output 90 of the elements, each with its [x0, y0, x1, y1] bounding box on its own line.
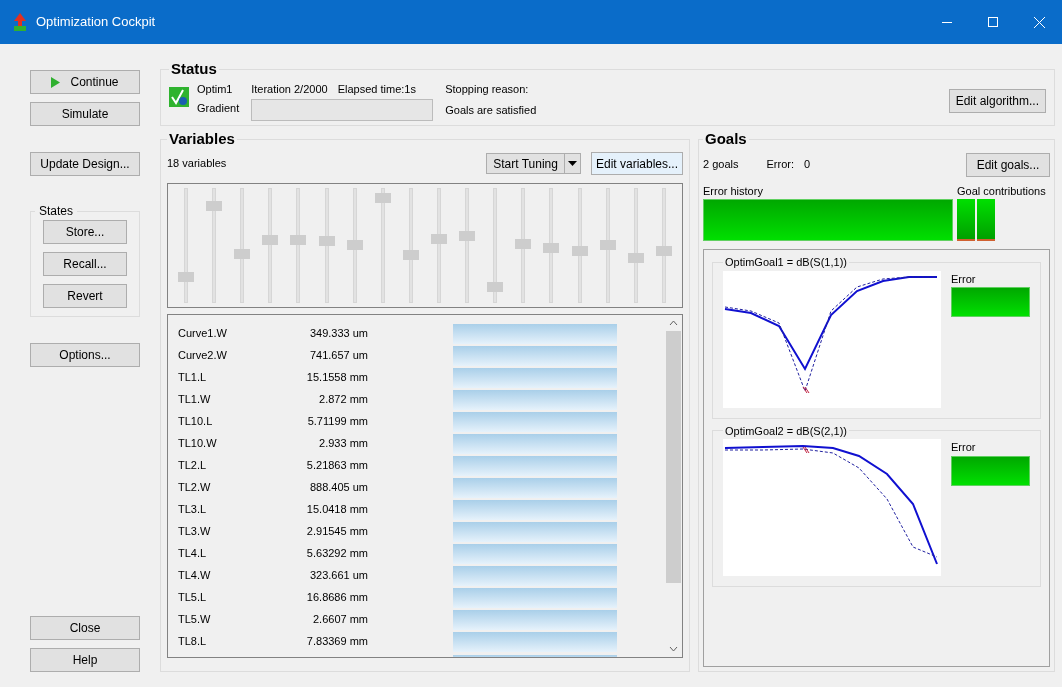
slider-thumb[interactable]: [178, 271, 195, 282]
variable-value: 349.333 um: [308, 326, 368, 342]
goal-error-label: Error: [951, 440, 977, 455]
variable-name: TL5.L: [178, 590, 208, 606]
slider-thumb[interactable]: [374, 192, 391, 203]
section-title: Goals: [704, 129, 748, 149]
variable-value: 5.63292 mm: [305, 546, 368, 562]
variable-name: Curve2.W: [178, 348, 228, 364]
slider-thumb[interactable]: [627, 253, 644, 264]
slider-thumb[interactable]: [318, 235, 335, 246]
slider-thumb[interactable]: [571, 246, 588, 257]
stopping-reason: Goals are satisfied: [445, 103, 537, 118]
variable-name: TL4.L: [178, 546, 208, 562]
error-label: Error:: [766, 157, 794, 173]
slider-thumb[interactable]: [262, 234, 279, 245]
slider-thumb[interactable]: [234, 249, 251, 260]
goal-title: OptimGoal2 = dB(S(2,1)): [724, 423, 848, 439]
variable-name: TL10.W: [178, 436, 218, 452]
window-title: Optimization Cockpit: [36, 13, 156, 32]
goal-error-label: Error: [951, 271, 977, 287]
variable-value: 7.83369 mm: [305, 634, 368, 650]
section-title: Status: [170, 59, 218, 79]
button[interactable]: Edit variables...: [590, 152, 683, 175]
variable-value: 5.71199 mm: [306, 414, 368, 430]
stopping-label: Stopping reason:: [445, 81, 530, 97]
iteration-count: Iteration 2/2000: [251, 81, 328, 97]
variable-name: TL2.W: [178, 480, 212, 496]
checkmark-icon: [169, 86, 189, 107]
variable-value: 2.6607 mm: [311, 612, 368, 628]
button[interactable]: Help: [30, 648, 140, 672]
button[interactable]: Continue: [30, 70, 140, 94]
button[interactable]: Edit algorithm...: [948, 88, 1046, 113]
variable-value: 888.405 um: [308, 480, 368, 496]
play-icon: [51, 76, 61, 88]
variable-name: TL2.L: [178, 458, 208, 474]
app-icon: [12, 13, 28, 31]
variable-name: TL1.W: [178, 392, 212, 408]
caret-icon: [567, 161, 577, 166]
goal-marker: [802, 446, 810, 454]
variable-name: TL8.L: [178, 634, 208, 650]
variable-value: 5.21863 mm: [305, 458, 368, 474]
button[interactable]: Revert: [43, 284, 127, 308]
button[interactable]: Close: [30, 616, 140, 640]
variable-value: 741.657 um: [308, 348, 368, 364]
section-title: Variables: [168, 129, 236, 149]
slider-thumb[interactable]: [459, 230, 476, 241]
slider-thumb[interactable]: [290, 234, 307, 245]
method-name: Gradient: [197, 101, 240, 116]
slider-thumb[interactable]: [515, 239, 532, 249]
slider-thumb[interactable]: [346, 240, 363, 250]
button[interactable]: Simulate: [30, 102, 140, 126]
slider-thumb[interactable]: [543, 243, 560, 254]
goal-count: 2 goals: [703, 157, 739, 173]
error-value: 0: [804, 157, 811, 173]
contribution-bar: [957, 199, 975, 241]
button[interactable]: Edit goals...: [966, 152, 1050, 177]
slider-thumb[interactable]: [206, 200, 223, 211]
goal-title: OptimGoal1 = dB(S(1,1)): [724, 255, 848, 270]
button[interactable]: Store...: [43, 220, 127, 244]
variable-value: 2.933 mm: [318, 436, 368, 452]
variable-name: TL3.W: [178, 524, 212, 540]
variable-name: TL10.L: [178, 414, 214, 430]
variable-name: Curve1.W: [178, 326, 228, 342]
variable-value: 15.0418 mm: [305, 502, 368, 518]
variable-count: 18 variables: [167, 156, 227, 172]
slider-thumb[interactable]: [487, 282, 504, 293]
slider-thumb[interactable]: [599, 240, 616, 250]
start-tuning-dropdown[interactable]: Start Tuning: [486, 153, 581, 174]
history-label: Error history: [703, 183, 764, 199]
elapsed-time: Elapsed time:1s: [337, 81, 416, 97]
variable-value: 16.8686 mm: [305, 590, 368, 606]
contribution-bar: [977, 199, 995, 241]
variable-value: 2.91545 mm: [305, 524, 368, 540]
slider-thumb[interactable]: [431, 233, 448, 244]
group-title: States: [38, 203, 75, 220]
button[interactable]: Update Design...: [30, 152, 140, 176]
contributions-label: Goal contributions: [957, 183, 1046, 199]
button[interactable]: Options...: [30, 343, 140, 367]
variable-value: 15.1558 mm: [305, 370, 368, 386]
variable-value: 2.872 mm: [318, 392, 368, 408]
slider-thumb[interactable]: [655, 246, 672, 257]
slider-thumb[interactable]: [402, 250, 419, 261]
variable-value: 323.661 um: [308, 568, 368, 584]
button[interactable]: Recall...: [43, 252, 127, 276]
variable-name: TL4.W: [178, 568, 212, 584]
variable-name: TL5.W: [178, 612, 212, 628]
optimizer-name: Optim1: [197, 81, 234, 97]
variable-name: TL3.L: [178, 502, 208, 518]
goal-marker: [802, 386, 810, 393]
variable-name: TL1.L: [178, 370, 208, 386]
